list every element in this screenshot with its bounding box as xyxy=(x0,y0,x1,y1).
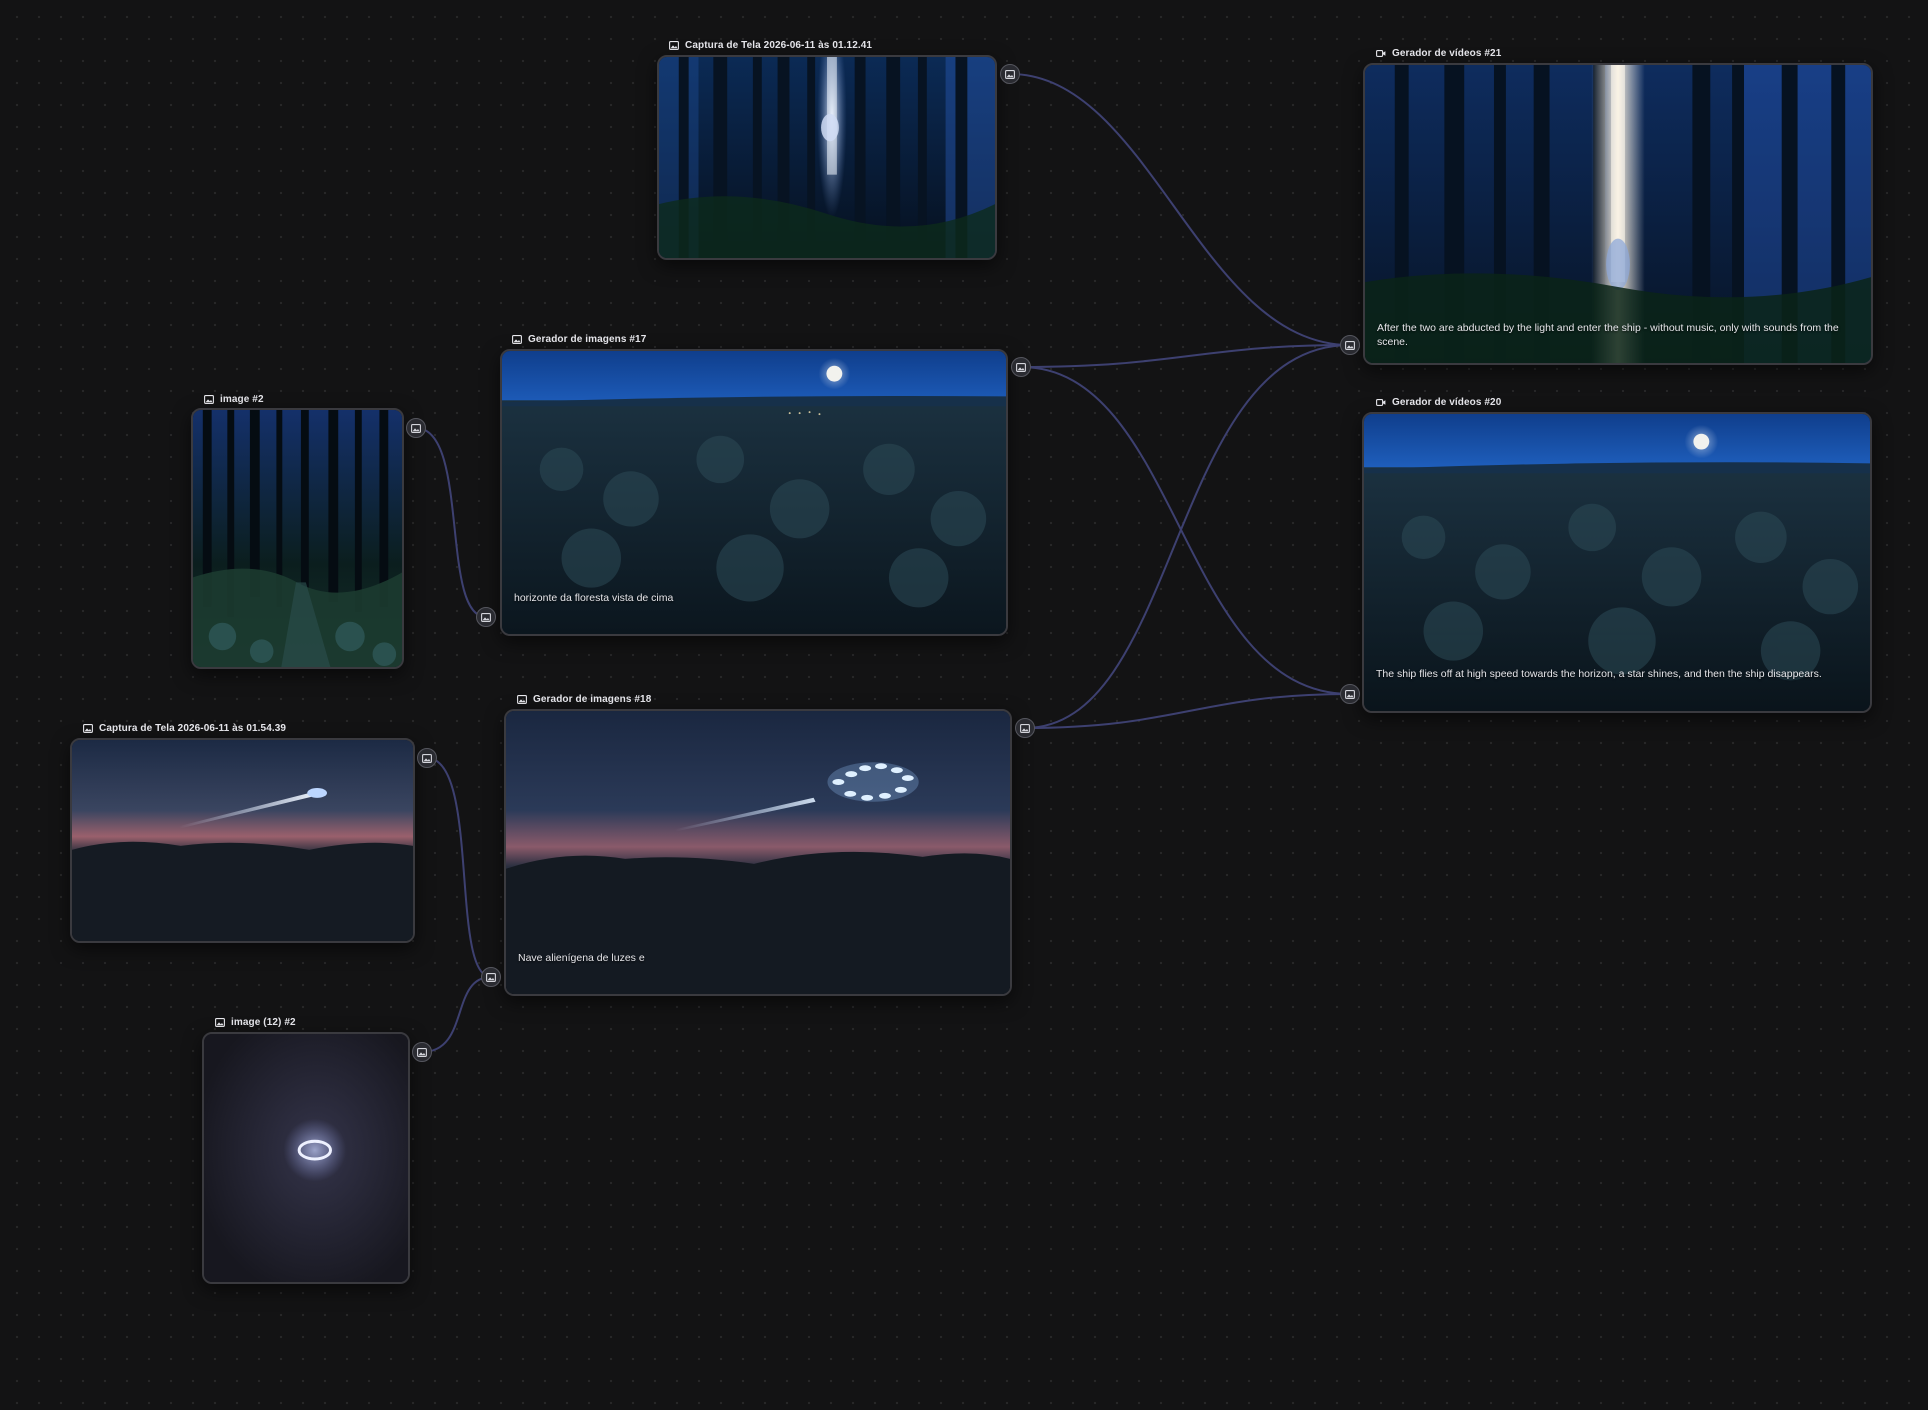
image-icon xyxy=(481,612,491,622)
video-prompt-text: After the two are abducted by the light … xyxy=(1377,322,1839,348)
image-icon xyxy=(417,1047,427,1057)
image-icon xyxy=(517,695,527,704)
node-title-text: Gerador de imagens #18 xyxy=(533,694,652,705)
node-title-text: Gerador de imagens #17 xyxy=(528,334,647,345)
node-title-text: image #2 xyxy=(220,394,264,405)
image-icon xyxy=(1020,723,1030,733)
node-title-image-gen-17: Gerador de imagens #17 xyxy=(512,334,646,345)
node-title-image-2: image #2 xyxy=(204,394,264,405)
node-title-text: image (12) #2 xyxy=(231,1017,296,1028)
wire-image12-to-img18 xyxy=(421,976,492,1053)
input-port-image-gen-17[interactable] xyxy=(476,607,496,627)
forest-light-beam-image xyxy=(659,57,995,258)
image-prompt-text: horizonte da floresta vista de cima xyxy=(514,592,674,604)
glowing-ring-ship-image xyxy=(204,1034,408,1282)
image-node-capture-1[interactable] xyxy=(657,55,997,260)
image-icon xyxy=(422,753,432,763)
input-port-video-20[interactable] xyxy=(1340,684,1360,704)
node-title-text: Gerador de vídeos #21 xyxy=(1392,48,1502,59)
image-icon xyxy=(215,1018,225,1027)
node-title-capture-1: Captura de Tela 2026-06-11 às 01.12.41 xyxy=(669,40,872,51)
wire-img18-to-video21 xyxy=(1024,344,1351,729)
ship-streak-dusk-image xyxy=(72,740,413,941)
node-title-image-gen-18: Gerador de imagens #18 xyxy=(517,694,651,705)
video-node-21[interactable]: After the two are abducted by the light … xyxy=(1363,63,1873,365)
video-prompt-text: The ship flies off at high speed towards… xyxy=(1376,668,1822,680)
image-icon xyxy=(669,41,679,50)
output-port-capture-1[interactable] xyxy=(1000,64,1020,84)
output-port-image-gen-18[interactable] xyxy=(1015,718,1035,738)
wire-image2-to-img17 xyxy=(415,427,487,618)
node-canvas[interactable]: Captura de Tela 2026-06-11 às 01.12.41 G… xyxy=(0,0,1928,1410)
node-title-video-20: Gerador de vídeos #20 xyxy=(1376,397,1501,408)
input-port-image-gen-18[interactable] xyxy=(481,967,501,987)
wire-capture1-to-video21 xyxy=(1009,73,1351,346)
image-icon xyxy=(1016,362,1026,372)
output-port-image-gen-17[interactable] xyxy=(1011,357,1031,377)
output-port-image-12[interactable] xyxy=(412,1042,432,1062)
image-icon xyxy=(486,972,496,982)
input-port-video-21[interactable] xyxy=(1340,335,1360,355)
image-node-12[interactable] xyxy=(202,1032,410,1284)
video-camera-icon xyxy=(1376,50,1386,57)
image-icon xyxy=(204,395,214,404)
node-title-video-21: Gerador de vídeos #21 xyxy=(1376,48,1501,59)
node-title-text: Captura de Tela 2026-06-11 às 01.12.41 xyxy=(685,40,873,51)
node-title-text: Captura de Tela 2026-06-11 às 01.54.39 xyxy=(99,723,287,734)
image-icon xyxy=(1345,689,1355,699)
node-title-image-12: image (12) #2 xyxy=(215,1017,296,1028)
image-icon xyxy=(1005,69,1015,79)
image-node-2[interactable] xyxy=(191,408,404,669)
wire-img18-to-video20 xyxy=(1024,693,1351,729)
wire-img17-to-video21 xyxy=(1020,344,1351,368)
image-icon xyxy=(512,335,522,344)
wire-capture2-to-img18 xyxy=(426,757,492,978)
image-gen-node-17[interactable]: horizonte da floresta vista de cima xyxy=(500,349,1008,636)
image-icon xyxy=(83,724,93,733)
image-icon xyxy=(411,423,421,433)
image-node-capture-2[interactable] xyxy=(70,738,415,943)
video-node-20[interactable]: The ship flies off at high speed towards… xyxy=(1362,412,1872,713)
night-forest-path-image xyxy=(193,410,402,667)
output-port-capture-2[interactable] xyxy=(417,748,437,768)
wire-img17-to-video20 xyxy=(1020,366,1351,695)
image-gen-node-18[interactable]: Nave alienígena de luzes e xyxy=(504,709,1012,996)
image-prompt-text: Nave alienígena de luzes e xyxy=(518,952,645,964)
abduction-forest-video-frame xyxy=(1365,65,1871,363)
image-icon xyxy=(1345,340,1355,350)
output-port-image-2[interactable] xyxy=(406,418,426,438)
video-camera-icon xyxy=(1376,399,1386,406)
node-title-capture-2: Captura de Tela 2026-06-11 às 01.54.39 xyxy=(83,723,286,734)
node-title-text: Gerador de vídeos #20 xyxy=(1392,397,1502,408)
